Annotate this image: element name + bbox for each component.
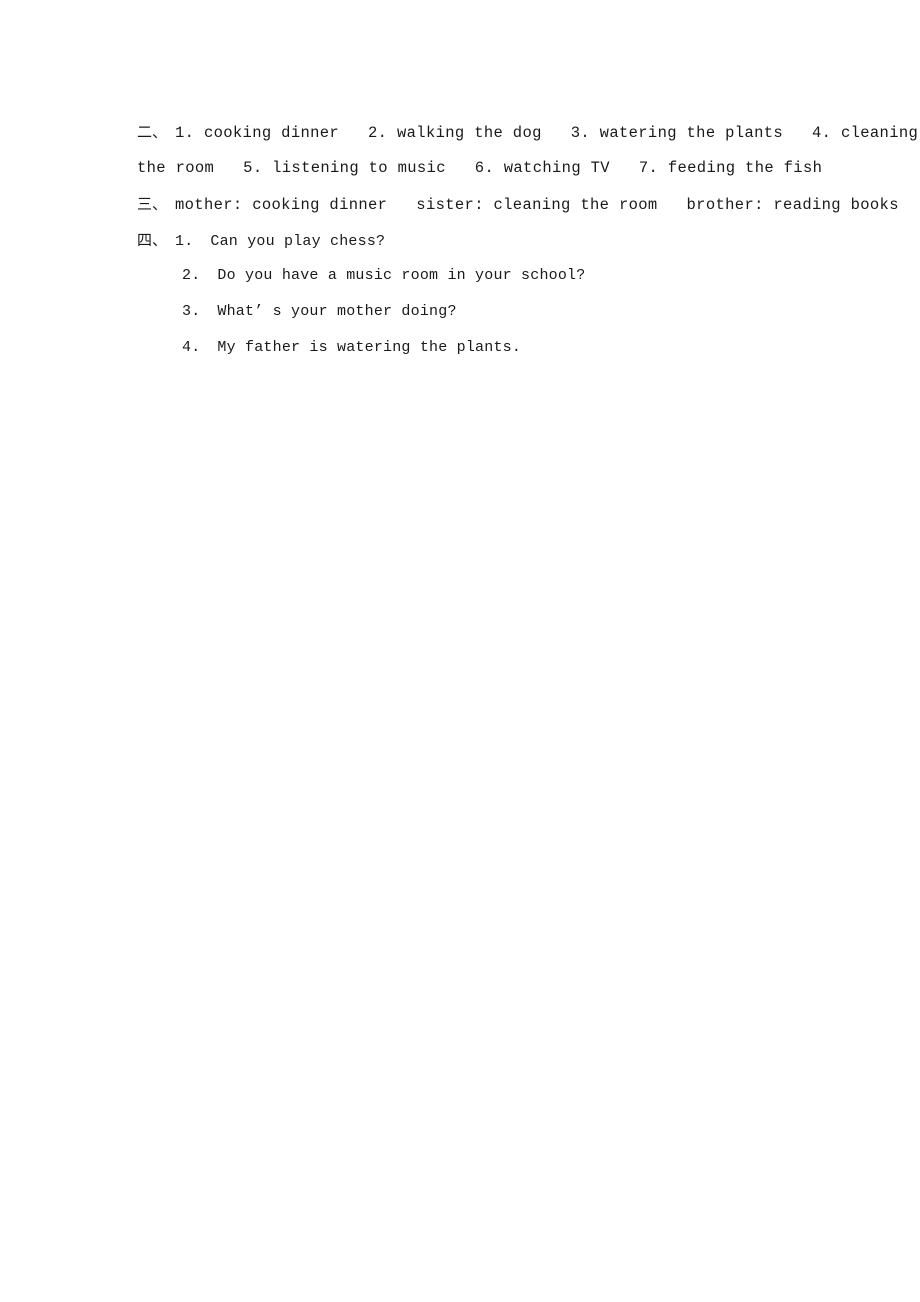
section-4-item-1-text: Can you play chess? xyxy=(210,233,386,250)
section-4-item-3-number: 3. xyxy=(182,303,201,320)
section-4-item-4-number: 4. xyxy=(182,339,201,356)
section-4-item-4-text: My father is watering the plants. xyxy=(217,339,522,356)
section-3-text-line-1: mother: cooking dinner sister: cleaning … xyxy=(175,196,899,214)
section-4-line-3: 3. What’ s your mother doing? xyxy=(137,294,837,330)
section-4-item-2-text: Do you have a music room in your school? xyxy=(217,267,586,284)
section-2-text-line-2: the room 5. listening to music 6. watchi… xyxy=(137,159,823,177)
document-page: 二、 1. cooking dinner 2. walking the dog 3… xyxy=(0,0,920,1302)
section-4-line-2: 2. Do you have a music room in your schoo… xyxy=(137,258,837,294)
section-2-line-2: the room 5. listening to music 6. watchi… xyxy=(137,150,837,186)
section-2-text-line-1: 1. cooking dinner 2. walking the dog 3. … xyxy=(175,124,919,142)
answer-key-body: 二、 1. cooking dinner 2. walking the dog 3… xyxy=(137,114,918,366)
section-4-marker: 四、 xyxy=(137,231,168,249)
section-3-line-1: 三、 mother: cooking dinner sister: cleanin… xyxy=(137,186,899,222)
section-4-item-1-number: 1. xyxy=(175,233,194,250)
section-4-line-1: 四、 1. Can you play chess? xyxy=(137,222,837,258)
section-2-marker: 二、 xyxy=(137,123,168,141)
section-3-marker: 三、 xyxy=(137,195,168,213)
section-4-item-3-text: What’ s your mother doing? xyxy=(217,303,457,320)
section-4-item-2-number: 2. xyxy=(182,267,201,284)
section-4-line-4: 4. My father is watering the plants. xyxy=(137,330,837,366)
section-2-line-1: 二、 1. cooking dinner 2. walking the dog 3… xyxy=(137,114,918,150)
